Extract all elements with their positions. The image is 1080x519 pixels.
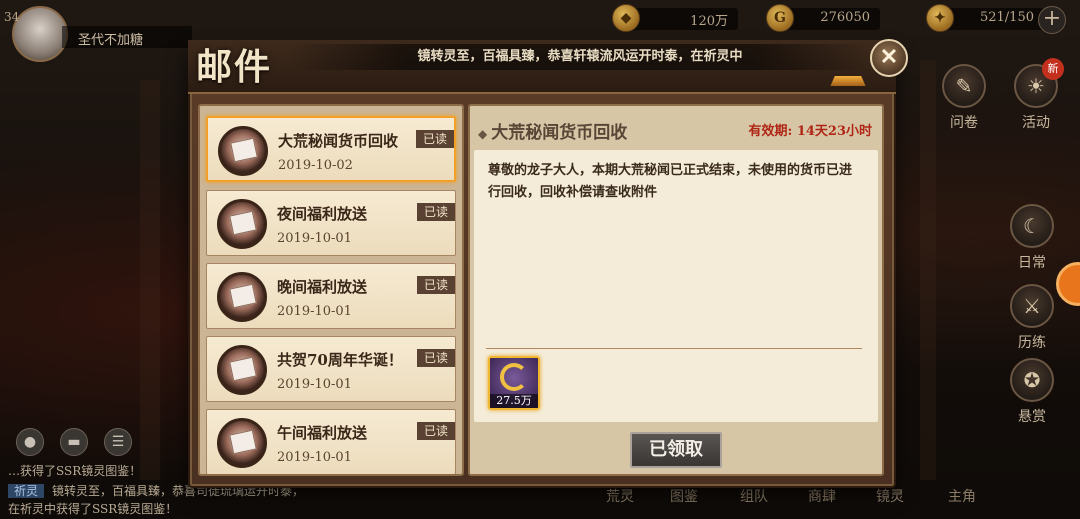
mail-body-text: 尊敬的龙子大人，本期大荒秘闻已正式结束，未使用的货币已进行回收，回收补偿请查收附… [488, 163, 853, 200]
stamina-icon: ✦ [926, 4, 954, 32]
attachment-quantity: 27.5万 [490, 394, 538, 408]
training-icon: ⚔ [1010, 284, 1054, 328]
attachment-divider [486, 348, 862, 349]
chat-button[interactable]: ▬ [60, 428, 88, 456]
mail-item[interactable]: 共贺70周年华诞！ 2019-10-01 已读 [206, 336, 456, 402]
side-menu-training[interactable]: ⚔ 历练 [1002, 284, 1062, 352]
mail-envelope-icon [217, 199, 267, 249]
close-button[interactable]: ✕ [870, 39, 908, 77]
mail-date: 2019-10-02 [278, 158, 353, 173]
bottom-menu-item[interactable]: 主角 [948, 486, 976, 506]
read-status-badge: 已读 [417, 276, 455, 294]
mail-title: 邮件 [196, 46, 273, 88]
claim-button[interactable]: 已领取 [630, 432, 722, 468]
mail-subject: 晚间福利放送 [277, 278, 368, 296]
mail-subject: 共贺70周年华诞！ [277, 351, 403, 369]
bottom-menu-item[interactable]: 荒灵 [606, 486, 634, 506]
bottom-menu-item[interactable]: 组队 [740, 486, 768, 506]
mail-detail: ◆ 大荒秘闻货币回收 有效期: 14天23小时 尊敬的龙子大人，本期大荒秘闻已正式… [468, 104, 884, 476]
attachment-item[interactable]: 27.5万 [488, 356, 540, 410]
read-status-badge: 已读 [417, 422, 455, 440]
resource-stamina-value: 521/150 [979, 10, 1034, 25]
daily-icon: ☾ [1010, 204, 1054, 248]
expiry-label: 有效期: [748, 124, 793, 139]
resource-coin-display: 120万 [630, 8, 738, 30]
bottom-menu-item[interactable]: 商肆 [808, 486, 836, 506]
notes-button[interactable]: ☰ [104, 428, 132, 456]
mail-list[interactable]: 大荒秘闻货币回收 2019-10-02 已读 夜间福利放送 2019-10-01… [198, 104, 464, 476]
diamond-bullet-icon: ◆ [478, 127, 488, 141]
read-status-badge: 已读 [417, 203, 455, 221]
chat-line: …获得了SSR镜灵图鉴！ [8, 464, 142, 478]
new-badge: 新 [1042, 58, 1064, 80]
announcement-marquee: 镜转灵至，百福具臻，恭喜轩辕流风运开时泰，在祈灵中 [290, 44, 870, 70]
mail-subject: 大荒秘闻货币回收 [278, 132, 399, 150]
mail-envelope-icon [217, 418, 267, 468]
mail-subject: 夜间福利放送 [277, 205, 368, 223]
side-menu-bounty[interactable]: ✪ 悬赏 [1002, 358, 1062, 426]
close-icon: ✕ [879, 44, 899, 70]
mail-envelope-icon [217, 272, 267, 322]
side-menu-training-label: 历练 [1018, 335, 1046, 351]
resource-dragon-display: 276050 [780, 8, 880, 30]
mail-detail-title-text: 大荒秘闻货币回收 [491, 123, 628, 143]
mail-date: 2019-10-01 [277, 450, 352, 465]
mail-body[interactable]: 尊敬的龙子大人，本期大荒秘闻已正式结束，未使用的货币已进行回收，回收补偿请查收附… [474, 150, 878, 422]
mail-item[interactable]: 午间福利放送 2019-10-01 已读 [206, 409, 456, 474]
mail-item[interactable]: 晚间福利放送 2019-10-01 已读 [206, 263, 456, 329]
mail-date: 2019-10-01 [277, 231, 352, 246]
mail-item[interactable]: 大荒秘闻货币回收 2019-10-02 已读 [206, 116, 456, 182]
mail-envelope-icon [217, 345, 267, 395]
read-status-badge: 已读 [416, 130, 454, 148]
expiry-value: 14天23小时 [796, 124, 872, 139]
player-avatar[interactable] [12, 6, 68, 62]
survey-icon: ✎ [942, 64, 986, 108]
side-menu-survey-label: 问卷 [950, 115, 978, 131]
side-menu-bounty-label: 悬赏 [1018, 409, 1046, 425]
mail-envelope-icon [218, 126, 268, 176]
mail-item[interactable]: 夜间福利放送 2019-10-01 已读 [206, 190, 456, 256]
resource-coin-value: 120万 [690, 14, 728, 29]
mail-subject: 午间福利放送 [277, 424, 368, 442]
bounty-icon: ✪ [1010, 358, 1054, 402]
dragon-currency-icon: G [766, 4, 794, 32]
dragon-currency-icon [500, 363, 528, 391]
resource-dragon-value: 276050 [820, 10, 870, 25]
side-menu-activity-label: 活动 [1022, 115, 1050, 131]
mail-detail-title: ◆ 大荒秘闻货币回收 [478, 118, 627, 143]
add-stamina-button[interactable]: + [1038, 6, 1066, 34]
mail-date: 2019-10-01 [277, 304, 352, 319]
bottom-menu-item[interactable]: 镜灵 [876, 486, 904, 506]
read-status-badge: 已读 [417, 349, 455, 367]
chat-channel-tag: 祈灵 [8, 484, 45, 498]
chat-line: 在祈灵中获得了SSR镜灵图鉴！ [8, 502, 178, 516]
bottom-menu-item[interactable]: 图鉴 [670, 486, 698, 506]
side-menu-daily-label: 日常 [1018, 255, 1046, 271]
friends-button[interactable]: ● [16, 428, 44, 456]
player-name: 圣代不加糖 [62, 26, 192, 48]
side-menu-survey[interactable]: ✎ 问卷 [934, 64, 994, 132]
side-menu-activity[interactable]: ☀ 新 活动 [1006, 58, 1066, 132]
expiry-info: 有效期: 14天23小时 [748, 120, 872, 139]
coin-icon: ◆ [612, 4, 640, 32]
side-menu-daily[interactable]: ☾ 日常 [1002, 204, 1062, 272]
player-level: 34 [4, 10, 20, 24]
mail-date: 2019-10-01 [277, 377, 352, 392]
